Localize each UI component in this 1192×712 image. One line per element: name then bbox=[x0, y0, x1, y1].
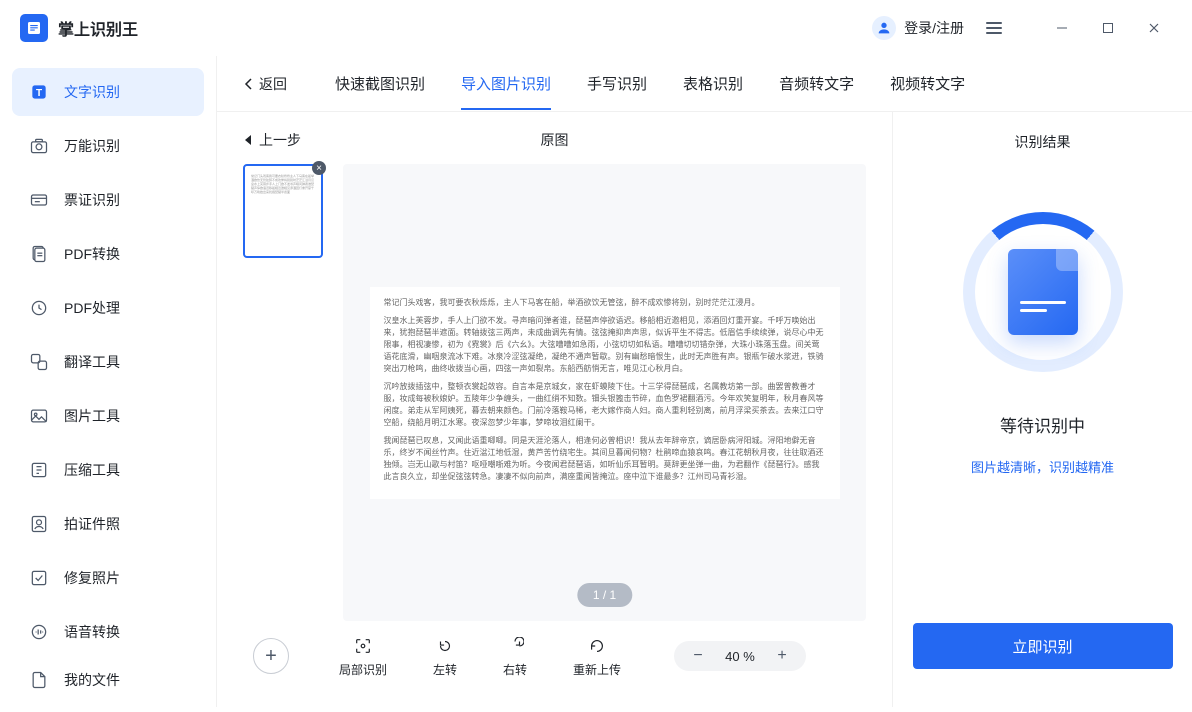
rotate-left-icon bbox=[434, 635, 456, 657]
compress-icon bbox=[28, 459, 50, 481]
text-icon: T bbox=[28, 81, 50, 103]
zoom-out-button[interactable]: − bbox=[688, 646, 708, 666]
document-page: 常记门头戏客，我可要衣秋烁烁，主人下马客在船，举酒欲饮无管弦，醉不成欢惨将别，别… bbox=[370, 287, 840, 499]
login-button[interactable]: 登录/注册 bbox=[872, 16, 964, 40]
sidebar-item-compress[interactable]: 压缩工具 bbox=[12, 446, 204, 494]
close-button[interactable] bbox=[1136, 10, 1172, 46]
hint-text: 图片越清晰，识别越精准 bbox=[971, 457, 1114, 476]
tab-import-image[interactable]: 导入图片识别 bbox=[453, 57, 559, 110]
minimize-button[interactable] bbox=[1044, 10, 1080, 46]
sidebar-item-pdf-edit[interactable]: PDF处理 bbox=[12, 284, 204, 332]
tab-handwriting[interactable]: 手写识别 bbox=[579, 57, 655, 110]
image-icon bbox=[28, 405, 50, 427]
sidebar-item-translate[interactable]: 翻译工具 bbox=[12, 338, 204, 386]
maximize-button[interactable] bbox=[1090, 10, 1126, 46]
sidebar-item-ticket[interactable]: 票证识别 bbox=[12, 176, 204, 224]
thumbnail[interactable]: × 常记门头戏客我可要衣秋烁烁主人下马客在船举酒欲饮无管弦醉不成欢惨将别别时茫茫… bbox=[243, 164, 323, 258]
tab-table[interactable]: 表格识别 bbox=[675, 57, 751, 110]
rotate-right-button[interactable]: 右转 bbox=[487, 635, 543, 678]
login-label: 登录/注册 bbox=[904, 18, 964, 38]
add-image-button[interactable]: + bbox=[253, 638, 289, 674]
rotate-right-icon bbox=[504, 635, 526, 657]
document-viewer: 常记门头戏客，我可要衣秋烁烁，主人下马客在船，举酒欲饮无管弦，醉不成欢惨将别，别… bbox=[343, 164, 866, 621]
pdf-edit-icon bbox=[28, 297, 50, 319]
file-icon bbox=[28, 669, 50, 691]
crop-button[interactable]: 局部识别 bbox=[323, 635, 403, 678]
svg-text:T: T bbox=[36, 88, 42, 99]
sidebar-item-universal[interactable]: 万能识别 bbox=[12, 122, 204, 170]
zoom-controls: − 40 % + bbox=[674, 641, 806, 671]
preview-title: 原图 bbox=[541, 130, 569, 150]
previous-step-button[interactable]: 上一步 bbox=[243, 130, 301, 150]
zoom-in-button[interactable]: + bbox=[772, 646, 792, 666]
sidebar-item-id-photo[interactable]: 拍证件照 bbox=[12, 500, 204, 548]
back-button[interactable]: 返回 bbox=[243, 74, 287, 94]
app-title: 掌上识别王 bbox=[58, 16, 138, 40]
avatar-icon bbox=[872, 16, 896, 40]
reload-icon bbox=[586, 635, 608, 657]
rotate-left-button[interactable]: 左转 bbox=[417, 635, 473, 678]
camera-icon bbox=[28, 135, 50, 157]
thumbnail-close-button[interactable]: × bbox=[312, 161, 326, 175]
recognize-button[interactable]: 立即识别 bbox=[913, 623, 1173, 669]
sidebar-item-image[interactable]: 图片工具 bbox=[12, 392, 204, 440]
reupload-button[interactable]: 重新上传 bbox=[557, 635, 637, 678]
triangle-left-icon bbox=[243, 134, 253, 146]
sidebar-item-repair[interactable]: 修复照片 bbox=[12, 554, 204, 602]
sidebar-item-my-files[interactable]: 我的文件 bbox=[12, 656, 204, 704]
menu-button[interactable] bbox=[978, 14, 1010, 42]
chevron-left-icon bbox=[243, 77, 253, 91]
translate-icon bbox=[28, 351, 50, 373]
zoom-value: 40 % bbox=[720, 649, 760, 664]
thumbnail-preview: 常记门头戏客我可要衣秋烁烁主人下马客在船举酒欲饮无管弦醉不成欢惨将别别时茫茫江浸… bbox=[251, 174, 315, 214]
tab-screenshot[interactable]: 快速截图识别 bbox=[327, 57, 433, 110]
repair-icon bbox=[28, 567, 50, 589]
sidebar-item-text-recognition[interactable]: T 文字识别 bbox=[12, 68, 204, 116]
crop-icon bbox=[352, 635, 374, 657]
app-logo-icon bbox=[20, 14, 48, 42]
result-illustration bbox=[963, 212, 1123, 372]
document-icon bbox=[1008, 249, 1078, 335]
voice-icon bbox=[28, 621, 50, 643]
sidebar-item-voice[interactable]: 语音转换 bbox=[12, 608, 204, 656]
wait-status: 等待识别中 bbox=[1000, 412, 1085, 437]
tab-video[interactable]: 视频转文字 bbox=[882, 57, 973, 110]
tab-audio[interactable]: 音频转文字 bbox=[771, 57, 862, 110]
page-indicator: 1 / 1 bbox=[577, 583, 632, 607]
id-photo-icon bbox=[28, 513, 50, 535]
result-title: 识别结果 bbox=[1015, 132, 1071, 152]
card-icon bbox=[28, 189, 50, 211]
sidebar-item-pdf-convert[interactable]: PDF转换 bbox=[12, 230, 204, 278]
pdf-convert-icon bbox=[28, 243, 50, 265]
